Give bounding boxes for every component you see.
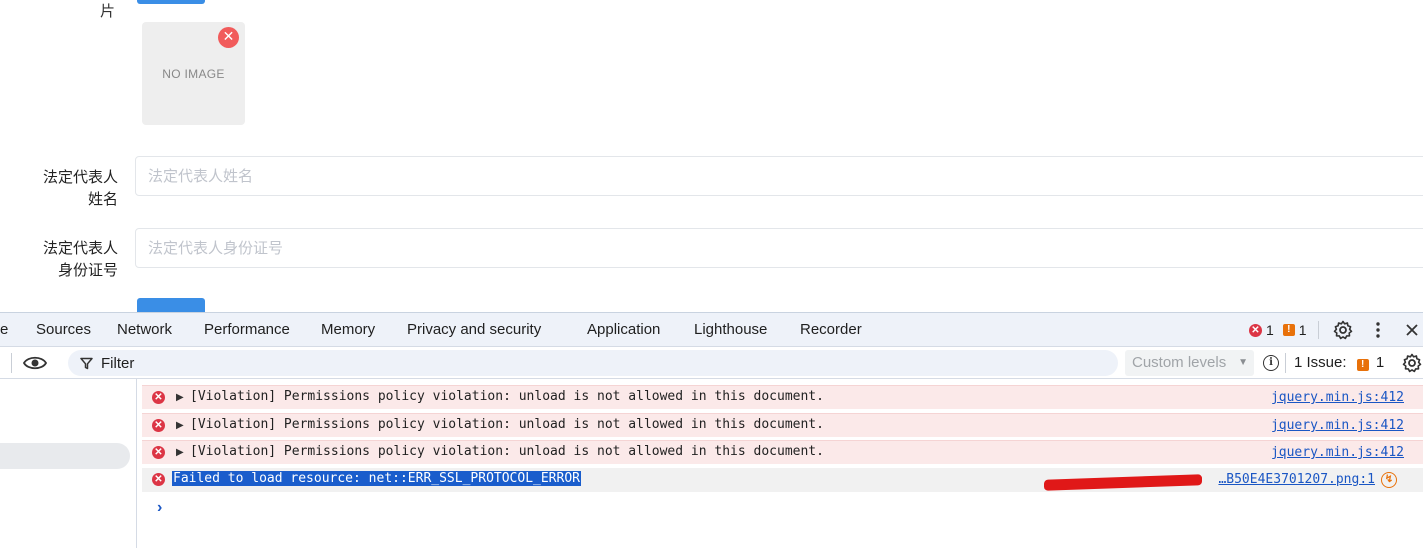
upload-button[interactable] — [137, 0, 205, 4]
console-filterbar: Filter Custom levels ▼ i 1 Issue: ! 1 — [0, 347, 1423, 379]
tab-memory[interactable]: Memory — [321, 313, 375, 347]
devtools-panel: e Sources Network Performance Memory Pri… — [0, 312, 1423, 548]
sidebar-selected-item[interactable] — [0, 443, 130, 469]
submit-button[interactable] — [137, 298, 205, 312]
tab-privacy-security[interactable]: Privacy and security — [407, 313, 541, 347]
console-message: [Violation] Permissions policy violation… — [190, 444, 824, 459]
divider — [1285, 353, 1286, 373]
issues-counter[interactable]: 1 Issue: ! 1 — [1294, 347, 1384, 379]
legal-rep-id-label: 法定代表人 身份证号 — [42, 239, 118, 279]
console-row[interactable]: ✕ ▶ [Violation] Permissions policy viola… — [142, 385, 1423, 409]
chevron-down-icon: ▼ — [1238, 357, 1248, 368]
warning-icon: ! — [1356, 359, 1369, 371]
tab-lighthouse[interactable]: Lighthouse — [694, 313, 767, 347]
issues-label: 1 Issue: — [1294, 354, 1347, 371]
source-link[interactable]: jquery.min.js:412 — [1271, 390, 1404, 405]
info-icon[interactable]: i — [1263, 355, 1279, 371]
divider — [11, 353, 12, 373]
error-icon: ✕ — [1249, 323, 1262, 337]
tab-application[interactable]: Application — [587, 313, 660, 347]
remove-image-icon[interactable]: ✕ — [218, 27, 239, 48]
error-icon: ✕ — [152, 473, 165, 486]
filter-icon — [80, 357, 93, 369]
error-icon: ✕ — [152, 419, 165, 432]
console-row[interactable]: ✕ ▶ [Violation] Permissions policy viola… — [142, 413, 1423, 437]
legal-rep-name-input[interactable] — [135, 156, 1423, 196]
console-message: [Violation] Permissions policy violation… — [190, 417, 824, 432]
issues-count: 1 — [1375, 354, 1385, 371]
source-link[interactable]: …B50E4E3701207.png:1 — [1218, 472, 1375, 487]
source-link[interactable]: jquery.min.js:412 — [1271, 445, 1404, 460]
console-message: [Violation] Permissions policy violation… — [190, 389, 824, 404]
error-counter[interactable]: ✕ 1 ! 1 — [1249, 313, 1307, 347]
settings-icon[interactable] — [1333, 320, 1353, 340]
form-area: 片 NO IMAGE ✕ 法定代表人 姓名 法定代表人 身份证号 — [0, 0, 1423, 312]
legal-rep-id-input[interactable] — [135, 228, 1423, 268]
filter-placeholder: Filter — [101, 354, 135, 372]
error-count: 1 — [1266, 322, 1274, 338]
console-settings-icon[interactable] — [1402, 353, 1422, 373]
tab-console[interactable]: e — [0, 313, 8, 347]
console-row[interactable]: ✕ ▶ [Violation] Permissions policy viola… — [142, 440, 1423, 464]
source-link[interactable]: jquery.min.js:412 — [1271, 418, 1404, 433]
no-image-text: NO IMAGE — [162, 66, 225, 81]
divider — [1318, 321, 1319, 339]
log-levels-dropdown[interactable]: Custom levels ▼ — [1125, 350, 1254, 376]
error-icon: ✕ — [152, 446, 165, 459]
tab-network[interactable]: Network — [117, 313, 172, 347]
prompt-chevron-icon[interactable]: › — [157, 499, 162, 517]
redacted-url — [1044, 474, 1203, 492]
legal-rep-name-label: 法定代表人 姓名 — [42, 168, 118, 208]
log-levels-label: Custom levels — [1132, 354, 1227, 371]
tab-sources[interactable]: Sources — [36, 313, 91, 347]
more-icon[interactable] — [1372, 321, 1384, 339]
filter-input[interactable]: Filter — [68, 350, 1118, 376]
tab-recorder[interactable]: Recorder — [800, 313, 862, 347]
console-sidebar — [0, 379, 137, 548]
console-messages: ✕ ▶ [Violation] Permissions policy viola… — [137, 379, 1423, 548]
devtools-tabbar: e Sources Network Performance Memory Pri… — [0, 313, 1423, 347]
image-field-label: 片 — [100, 2, 116, 20]
close-icon[interactable] — [1405, 323, 1419, 337]
expand-triangle-icon[interactable]: ▶ — [176, 447, 184, 458]
console-row[interactable]: ✕ Failed to load resource: net::ERR_SSL_… — [142, 468, 1423, 492]
console-message: Failed to load resource: net::ERR_SSL_PR… — [172, 471, 581, 486]
expand-triangle-icon[interactable]: ▶ — [176, 392, 184, 403]
network-request-icon[interactable]: ↯ — [1381, 472, 1397, 488]
tab-performance[interactable]: Performance — [204, 313, 290, 347]
warning-icon: ! — [1282, 324, 1295, 336]
error-icon: ✕ — [152, 391, 165, 404]
warning-count: 1 — [1298, 322, 1307, 338]
expand-triangle-icon[interactable]: ▶ — [176, 420, 184, 431]
eye-icon[interactable] — [22, 353, 48, 373]
